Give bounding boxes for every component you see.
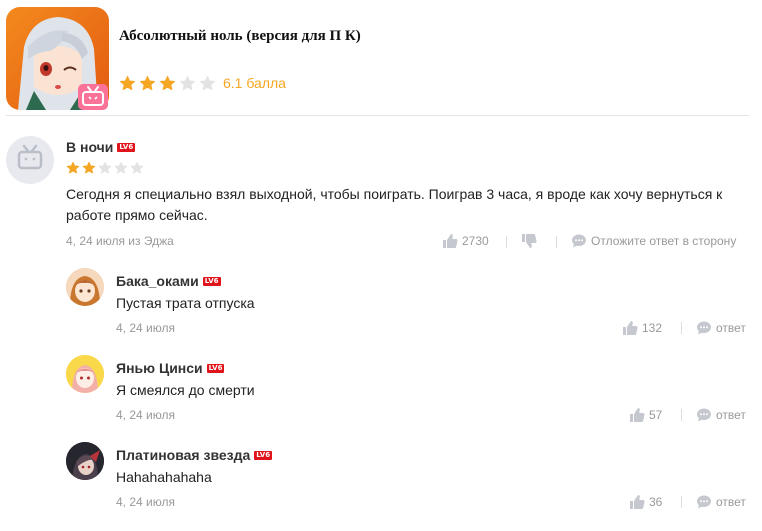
star-filled-icon (82, 161, 96, 174)
star-empty-icon (130, 161, 144, 174)
like-count: 57 (649, 408, 663, 422)
reply-button[interactable]: ответ (696, 407, 746, 423)
star-filled-icon (140, 75, 155, 90)
like-button[interactable]: 57 (629, 407, 662, 423)
comment-rating-stars (66, 161, 146, 175)
action-separator (681, 322, 682, 334)
thumb-down-icon (522, 234, 537, 248)
dislike-button[interactable] (521, 233, 541, 249)
speech-bubble-icon (697, 408, 711, 422)
comment-username[interactable]: В ночи LV6 (66, 139, 136, 155)
star-empty-icon (200, 75, 215, 90)
star-empty-icon (180, 75, 195, 90)
like-count: 132 (642, 321, 663, 335)
like-button[interactable]: 132 (622, 320, 662, 336)
level-badge: LV6 (117, 142, 136, 152)
comment-date: 4, 24 июля (116, 495, 175, 509)
thumb-up-icon (623, 321, 638, 335)
header-divider (6, 115, 749, 116)
reply-label: ответ (716, 495, 746, 509)
like-button[interactable]: 36 (629, 494, 662, 510)
star-empty-icon (98, 161, 112, 174)
reply-button[interactable]: ответ (696, 320, 746, 336)
comment-text: Сегодня я специально взял выходной, чтоб… (66, 186, 723, 223)
comment-date: 4, 24 июля из Эджа (66, 234, 174, 248)
username-text[interactable]: В ночи (66, 139, 113, 155)
speech-bubble-icon (697, 495, 711, 509)
avatar[interactable] (66, 268, 104, 306)
comment-username[interactable]: Платиновая звезда LV6 (116, 447, 273, 463)
default-avatar-icon (17, 144, 43, 170)
reply-label: ответ (716, 408, 746, 422)
reply-button[interactable]: ответ (696, 494, 746, 510)
comment-date: 4, 24 июля (116, 408, 175, 422)
comment-username[interactable]: Янью Цинси LV6 (116, 360, 225, 376)
username-text[interactable]: Янью Цинси (116, 360, 203, 376)
speech-bubble-icon (697, 321, 711, 335)
avatar[interactable] (66, 355, 104, 393)
star-filled-icon (160, 75, 175, 90)
star-filled-icon (66, 161, 80, 174)
username-text[interactable]: Бака_оками (116, 273, 199, 289)
avatar[interactable] (66, 442, 104, 480)
bilibili-tv-icon (78, 84, 108, 110)
action-separator (681, 496, 682, 508)
speech-bubble-icon (572, 234, 586, 248)
like-button[interactable]: 2730 (442, 233, 489, 249)
like-count: 36 (649, 495, 663, 509)
level-badge: LV6 (254, 450, 273, 460)
reply-label: ответ (716, 321, 746, 335)
reply-button[interactable]: Отложите ответ в сторону (571, 233, 736, 249)
thumb-up-icon (630, 495, 645, 509)
action-separator (681, 409, 682, 421)
game-rating: 6.1 балла (119, 73, 286, 93)
star-empty-icon (114, 161, 128, 174)
comment-date: 4, 24 июля (116, 321, 175, 335)
game-header: Абсолютный ноль (версия для П К) 6.1 бал… (0, 0, 762, 116)
comment-username[interactable]: Бака_оками LV6 (116, 273, 221, 289)
username-text[interactable]: Платиновая звезда (116, 447, 250, 463)
thumb-up-icon (443, 234, 458, 248)
star-filled-icon (120, 75, 135, 90)
thumb-up-icon (630, 408, 645, 422)
comment-text: Пустая трата отпуска (116, 295, 255, 311)
like-count: 2730 (462, 234, 489, 248)
game-title[interactable]: Абсолютный ноль (версия для П К) (119, 26, 369, 47)
avatar[interactable] (6, 136, 54, 184)
level-badge: LV6 (202, 276, 221, 286)
comment-text: Hahahahahaha (116, 469, 212, 485)
comment-text: Я смеялся до смерти (116, 382, 255, 398)
reply-label: Отложите ответ в сторону (591, 234, 737, 248)
action-separator (506, 236, 507, 248)
game-rating-stars (119, 75, 219, 92)
level-badge: LV6 (206, 363, 225, 373)
action-separator (556, 236, 557, 248)
game-score: 6.1 балла (223, 75, 286, 91)
